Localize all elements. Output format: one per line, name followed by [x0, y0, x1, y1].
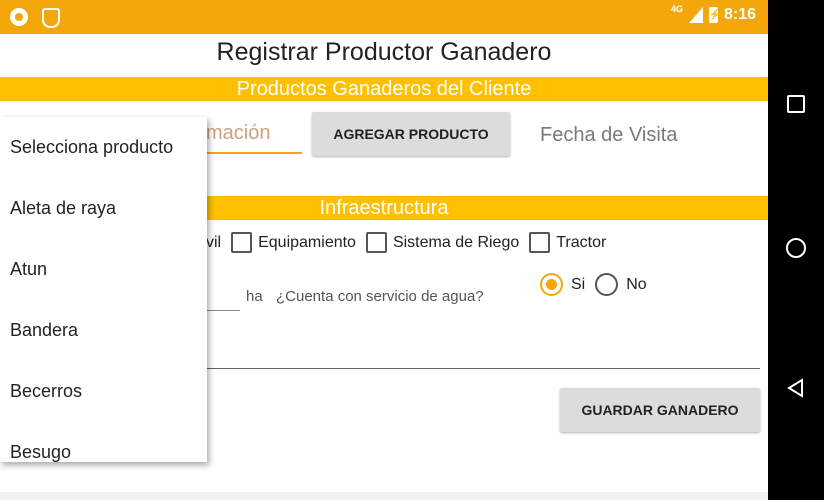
chat-bubble-icon — [10, 8, 28, 26]
hectares-unit: ha — [246, 288, 263, 305]
guardar-ganadero-button[interactable]: GUARDAR GANADERO — [560, 388, 760, 432]
clock: 8:16 — [723, 6, 756, 23]
recents-button[interactable] — [784, 92, 808, 116]
back-button[interactable] — [784, 376, 808, 400]
checkbox-label: Sistema de Riego — [392, 233, 520, 251]
back-triangle-icon — [787, 378, 803, 398]
checkbox-item-equipamiento[interactable]: Equipamiento — [231, 232, 356, 253]
checkbox[interactable] — [231, 232, 253, 253]
network-type: 4G — [670, 4, 683, 14]
radio-label: No — [626, 275, 647, 293]
dropdown-item[interactable]: Atun — [0, 239, 207, 300]
dropdown-item[interactable]: Becerros — [0, 361, 207, 422]
navigation-bar — [768, 0, 824, 500]
agua-radio-group: Si No — [540, 273, 657, 296]
checkbox-label: Equipamiento — [258, 233, 356, 251]
battery-charging-icon — [708, 7, 722, 23]
agregar-producto-button[interactable]: AGREGAR PRODUCTO — [312, 112, 510, 156]
agua-question: ¿Cuenta con servicio de agua? — [276, 288, 484, 305]
checkbox-label: Tractor — [556, 233, 607, 251]
checkbox-label: vil — [206, 233, 222, 251]
section-header-productos: Productos Ganaderos del Cliente — [0, 77, 768, 101]
shield-icon — [42, 8, 60, 28]
bottom-strip — [0, 492, 768, 500]
page-title: Registrar Productor Ganadero — [216, 38, 552, 66]
checkbox-item-movil[interactable]: vil — [206, 234, 221, 252]
checkbox-item-sistema-riego[interactable]: Sistema de Riego — [365, 232, 520, 253]
checkbox[interactable] — [365, 232, 387, 253]
hectares-input[interactable] — [204, 310, 240, 311]
product-dropdown[interactable]: Selecciona producto Aleta de raya Atun B… — [0, 117, 207, 462]
estimacion-underline — [196, 152, 302, 154]
dropdown-item[interactable]: Selecciona producto — [0, 117, 207, 178]
checkbox[interactable] — [529, 232, 551, 253]
radio-button[interactable] — [595, 273, 619, 296]
dropdown-item[interactable]: Bandera — [0, 300, 207, 361]
infra-checkbox-row: vil Equipamiento Sistema de Riego Tracto… — [206, 232, 616, 253]
signal-icon — [688, 7, 703, 23]
dropdown-item[interactable]: Besugo — [0, 422, 207, 462]
estimacion-field[interactable]: timación — [196, 122, 270, 145]
status-bar: 4G 8:16 — [0, 0, 768, 34]
home-button[interactable] — [784, 236, 808, 260]
text-field-underline[interactable] — [206, 368, 760, 369]
radio-si[interactable]: Si — [540, 273, 585, 296]
checkbox-item-tractor[interactable]: Tractor — [529, 232, 606, 253]
radio-no[interactable]: No — [595, 273, 647, 296]
radio-button-selected[interactable] — [540, 273, 563, 296]
radio-label: Si — [571, 275, 586, 293]
dropdown-item[interactable]: Aleta de raya — [0, 178, 207, 239]
fecha-visita-field[interactable]: Fecha de Visita — [540, 124, 678, 147]
